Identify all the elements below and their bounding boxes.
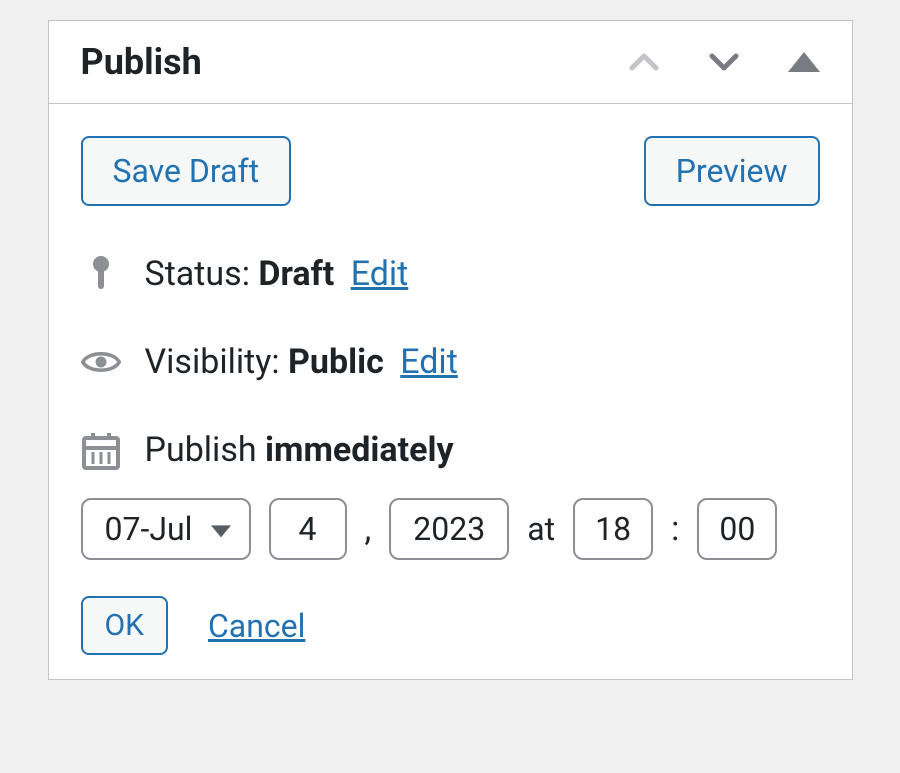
panel-body: Save Draft Preview Status: Draft Edit (49, 104, 852, 679)
schedule-value: immediately (265, 430, 454, 470)
minute-input[interactable] (697, 498, 777, 560)
panel-header: Publish (49, 21, 852, 104)
schedule-text: Publish immediately (145, 430, 454, 470)
visibility-row: Visibility: Public Edit (81, 342, 820, 382)
collapse-toggle-icon[interactable] (788, 52, 820, 72)
panel-header-actions (628, 52, 820, 72)
move-up-icon[interactable] (628, 52, 660, 72)
colon-separator: : (671, 509, 679, 549)
preview-button[interactable]: Preview (644, 136, 820, 206)
save-draft-button[interactable]: Save Draft (81, 136, 292, 206)
comma-separator: , (365, 509, 372, 549)
panel-title: Publish (81, 41, 202, 83)
key-icon (81, 254, 121, 294)
publish-panel: Publish Save Draft Preview Statu (48, 20, 853, 680)
year-input[interactable] (389, 498, 509, 560)
status-text: Status: Draft Edit (145, 254, 409, 294)
status-edit-link[interactable]: Edit (351, 254, 409, 294)
top-actions-row: Save Draft Preview (81, 136, 820, 206)
calendar-icon (81, 430, 121, 470)
schedule-row: Publish immediately (81, 430, 820, 470)
date-actions-row: OK Cancel (81, 596, 820, 655)
visibility-label: Visibility: (145, 342, 289, 382)
move-down-icon[interactable] (708, 52, 740, 72)
status-label: Status: (145, 254, 259, 294)
visibility-value: Public (288, 342, 384, 382)
status-value: Draft (258, 254, 334, 294)
ok-button[interactable]: OK (81, 596, 168, 655)
cancel-link[interactable]: Cancel (208, 607, 305, 645)
visibility-text: Visibility: Public Edit (145, 342, 458, 382)
month-select[interactable]: 07-Jul (81, 498, 251, 560)
at-label: at (527, 510, 555, 548)
eye-icon (81, 342, 121, 382)
month-select-wrap: 07-Jul (81, 498, 251, 560)
date-row: 07-Jul , at : (81, 498, 820, 560)
visibility-edit-link[interactable]: Edit (400, 342, 458, 382)
hour-input[interactable] (573, 498, 653, 560)
schedule-label: Publish (145, 430, 266, 470)
status-row: Status: Draft Edit (81, 254, 820, 294)
day-input[interactable] (269, 498, 347, 560)
